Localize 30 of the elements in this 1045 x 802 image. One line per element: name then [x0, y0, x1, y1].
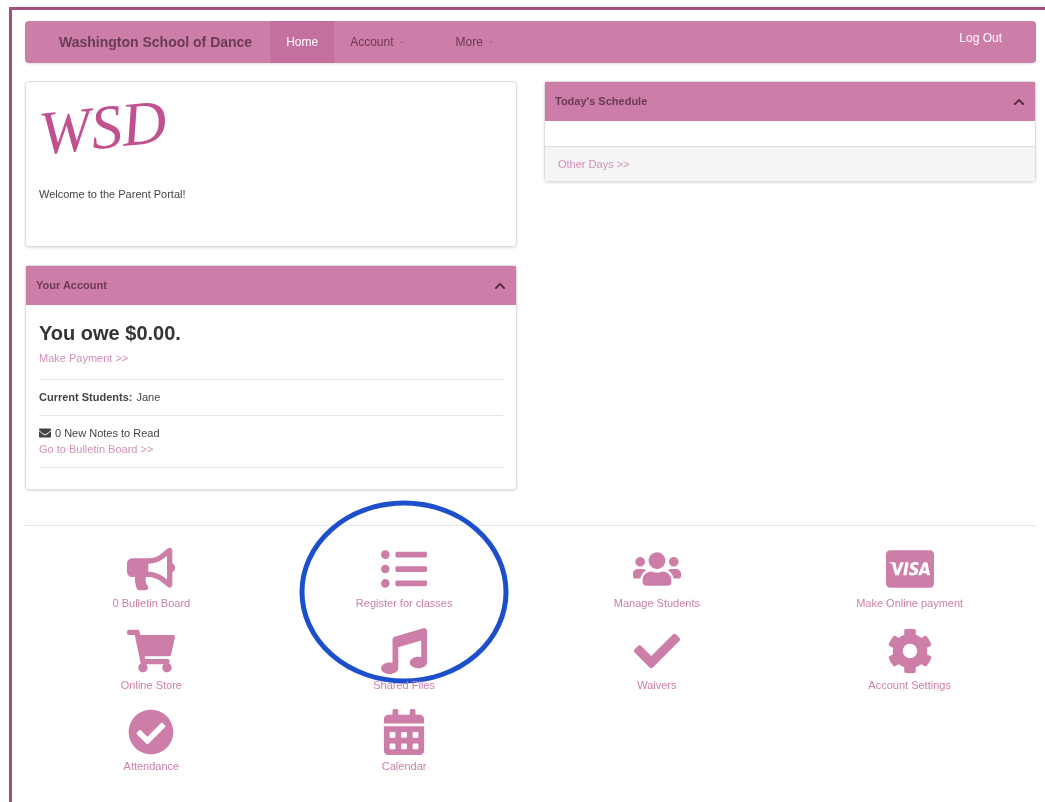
- bulletin-board-link[interactable]: Go to Bulletin Board >>: [39, 443, 154, 455]
- shortcut-tile[interactable]: Manage Students: [613, 546, 700, 612]
- notes-count: 0 New Notes to Read: [55, 425, 160, 441]
- brand-name[interactable]: Washington School of Dance: [59, 31, 253, 53]
- panel-title: Your Account: [36, 278, 107, 294]
- nav-tab[interactable]: Account: [334, 21, 422, 63]
- shortcut-tile[interactable]: Attendance: [123, 709, 180, 775]
- shortcut-tile[interactable]: Register for classes: [355, 546, 453, 612]
- logout-link[interactable]: Log Out: [959, 29, 1002, 47]
- shopping-cart-icon: [127, 627, 176, 674]
- shortcut-tile[interactable]: Calendar: [380, 709, 429, 775]
- make-payment-link[interactable]: Make Payment >>: [39, 352, 129, 364]
- nav-tab[interactable]: More: [439, 21, 511, 63]
- shortcut-tile[interactable]: Waivers: [632, 627, 681, 693]
- shortcut-tile[interactable]: 0 Bulletin Board: [112, 546, 191, 612]
- balance-text: You owe $0.00.: [39, 321, 182, 345]
- shortcut-tile[interactable]: Online Store: [120, 627, 182, 693]
- nav-tab[interactable]: Home: [270, 21, 335, 63]
- megaphone-icon: [127, 546, 176, 592]
- music-note-icon: [380, 627, 429, 674]
- school-logo: WSD: [36, 89, 170, 165]
- welcome-text: Welcome to the Parent Portal!: [39, 187, 187, 202]
- envelope-icon: [39, 426, 51, 439]
- shortcut-tile[interactable]: Make Online payment: [856, 546, 964, 612]
- other-days-link[interactable]: Other Days >>: [558, 155, 630, 173]
- student-name: Jane: [136, 390, 161, 405]
- shortcut-tile[interactable]: Shared Files: [373, 627, 435, 693]
- students-label: Current Students:: [39, 390, 133, 405]
- panel-title: Today's Schedule: [555, 94, 648, 110]
- shortcut-tile[interactable]: Account Settings: [868, 627, 951, 693]
